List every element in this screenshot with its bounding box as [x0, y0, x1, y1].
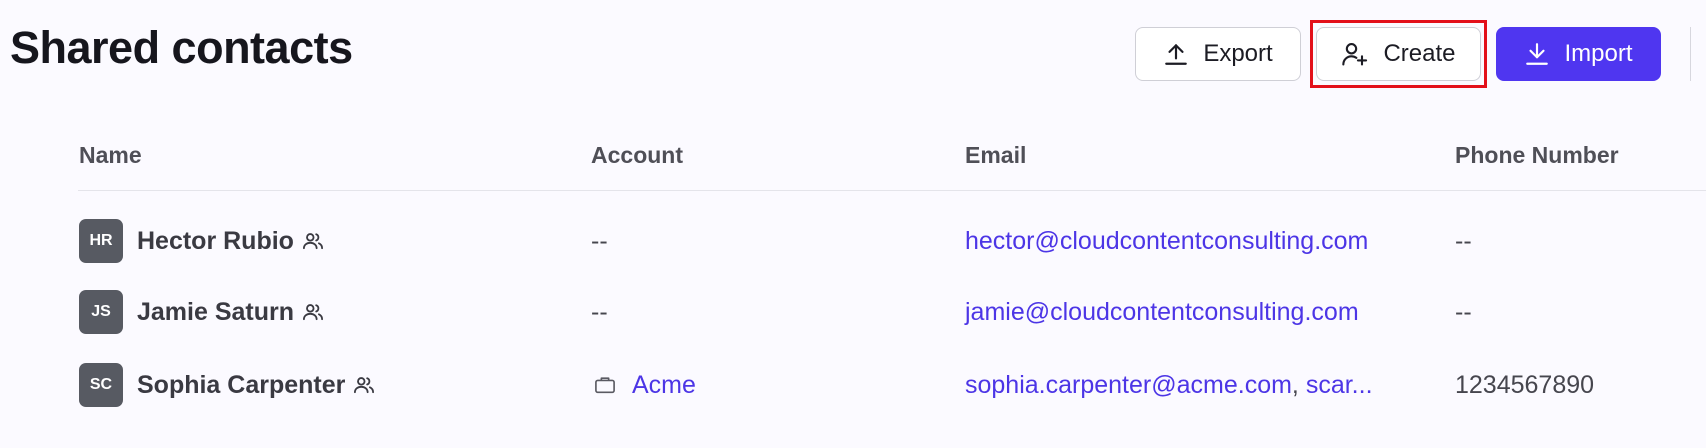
column-header-phone[interactable]: Phone Number	[1455, 142, 1619, 169]
email-link[interactable]: jamie@cloudcontentconsulting.com	[965, 290, 1359, 334]
contact-name[interactable]: Hector Rubio	[137, 227, 294, 256]
account-cell: --	[591, 297, 608, 326]
import-button-label: Import	[1564, 40, 1633, 67]
export-button-label: Export	[1203, 40, 1273, 67]
table-row[interactable]: JS Jamie Saturn -- jamie@cloudcontentcon…	[0, 290, 1706, 336]
table-row[interactable]: SC Sophia Carpenter Acme sophia.carpente…	[0, 363, 1706, 409]
download-icon	[1524, 41, 1550, 67]
table-row[interactable]: HR Hector Rubio -- hector@cloudcontentco…	[0, 219, 1706, 265]
email-link-truncated[interactable]: scar...	[1306, 371, 1373, 400]
contact-name-cell[interactable]: Jamie Saturn	[137, 290, 324, 334]
briefcase-icon	[594, 375, 616, 395]
toolbar-divider	[1690, 27, 1691, 81]
contact-name-cell[interactable]: Sophia Carpenter	[137, 363, 375, 407]
export-button[interactable]: Export	[1135, 27, 1301, 81]
column-header-name[interactable]: Name	[79, 142, 142, 169]
contact-name[interactable]: Jamie Saturn	[137, 298, 294, 327]
avatar: JS	[79, 290, 123, 334]
table-header-divider	[78, 190, 1706, 191]
email-link[interactable]: hector@cloudcontentconsulting.com	[965, 219, 1368, 263]
shared-users-icon	[302, 302, 324, 322]
import-button[interactable]: Import	[1496, 27, 1661, 81]
phone-cell: --	[1455, 226, 1472, 255]
contact-name[interactable]: Sophia Carpenter	[137, 371, 345, 400]
shared-users-icon	[302, 231, 324, 251]
contact-name-cell[interactable]: Hector Rubio	[137, 219, 324, 263]
column-header-account[interactable]: Account	[591, 142, 683, 169]
account-cell: Acme	[591, 363, 696, 407]
phone-cell: --	[1455, 297, 1472, 326]
account-link[interactable]: Acme	[632, 371, 696, 400]
email-cell: sophia.carpenter@acme.com , scar...	[965, 363, 1373, 407]
upload-icon	[1163, 41, 1189, 67]
column-header-email[interactable]: Email	[965, 142, 1026, 169]
shared-users-icon	[353, 375, 375, 395]
email-link[interactable]: sophia.carpenter@acme.com	[965, 371, 1292, 400]
email-separator: ,	[1291, 370, 1306, 399]
phone-cell: 1234567890	[1455, 370, 1595, 399]
avatar: SC	[79, 363, 123, 407]
page-title: Shared contacts	[10, 22, 353, 73]
account-cell: --	[591, 226, 608, 255]
avatar: HR	[79, 219, 123, 263]
create-button-highlight	[1310, 20, 1487, 88]
